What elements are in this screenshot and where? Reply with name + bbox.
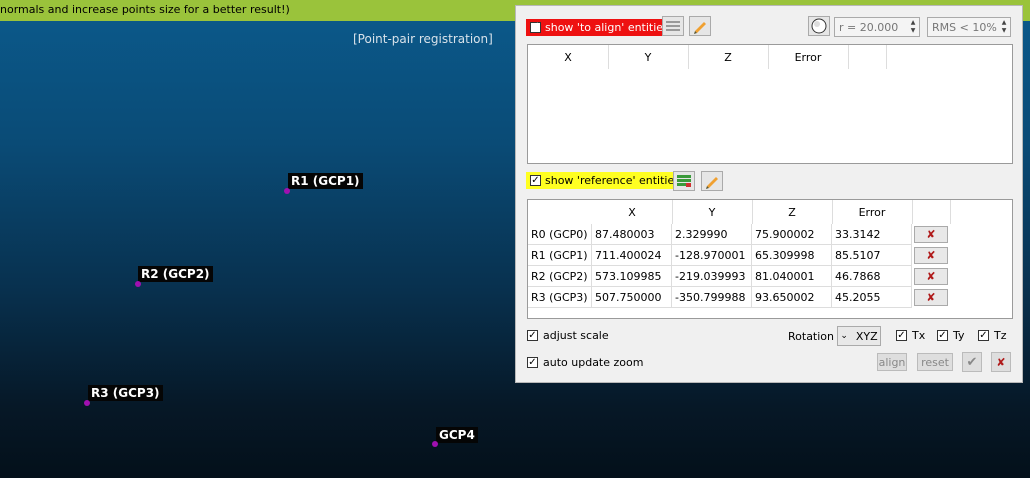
cell-y[interactable]: 2.329990 <box>672 224 752 245</box>
cell-z[interactable]: 65.309998 <box>752 245 832 266</box>
point-label: R2 (GCP2) <box>138 266 213 282</box>
reset-button[interactable]: reset <box>917 353 953 371</box>
pencil-icon <box>706 177 718 189</box>
cell-z[interactable]: 75.900002 <box>752 224 832 245</box>
rms-value: RMS < 10% <box>932 20 997 34</box>
pencil-icon <box>694 22 706 34</box>
tx-label: Tx <box>912 329 926 342</box>
delete-row-button[interactable]: ✘ <box>914 226 948 243</box>
ty-label: Ty <box>953 329 965 342</box>
rms-field[interactable]: RMS < 10% ▲ ▼ <box>927 17 1011 37</box>
row-name: R2 (GCP2) <box>528 266 592 287</box>
delete-row-button[interactable]: ✘ <box>914 247 948 264</box>
chevron-down-icon: ⌄ <box>840 331 848 341</box>
cell-x[interactable]: 507.750000 <box>592 287 672 308</box>
cell-error: 46.7868 <box>832 266 912 287</box>
auto-update-zoom-label: auto update zoom <box>543 356 644 369</box>
radius-value: r = 20.000 <box>839 20 899 34</box>
row-name: R3 (GCP3) <box>528 287 592 308</box>
column-header: Y <box>608 45 689 69</box>
column-header: Z <box>752 200 833 224</box>
column-header: Error <box>768 45 849 69</box>
cell-error: 85.5107 <box>832 245 912 266</box>
column-header: Z <box>688 45 769 69</box>
point-label: R1 (GCP1) <box>288 173 363 189</box>
rotation-label: Rotation <box>788 330 835 343</box>
cell-y[interactable]: -219.039993 <box>672 266 752 287</box>
column-header: Y <box>672 200 753 224</box>
cell-error: 45.2055 <box>832 287 912 308</box>
point-pair-dialog: ✓ show 'to align' entities r = 20.000 ▲ ▼… <box>515 5 1023 383</box>
reference-tool-button[interactable] <box>673 171 695 191</box>
reference-edit-button[interactable] <box>701 171 723 191</box>
sphere-icon <box>811 18 827 34</box>
checkbox-icon: ✓ <box>530 174 541 186</box>
align-button[interactable]: align <box>877 353 907 371</box>
adjust-scale-checkbox[interactable]: ✓ adjust scale <box>527 329 609 342</box>
point-marker[interactable] <box>135 281 141 287</box>
auto-update-zoom-checkbox[interactable]: ✓ auto update zoom <box>527 356 643 369</box>
tx-checkbox[interactable]: ✓ Tx <box>896 329 925 342</box>
column-header <box>912 200 951 224</box>
point-marker[interactable] <box>284 188 290 194</box>
cell-error: 33.3142 <box>832 224 912 245</box>
column-header: X <box>528 45 609 69</box>
checkbox-icon: ✓ <box>937 329 948 341</box>
cell-z[interactable]: 81.040001 <box>752 266 832 287</box>
checkbox-icon: ✓ <box>527 356 538 368</box>
show-to-align-checkbox[interactable]: ✓ show 'to align' entities <box>526 18 673 36</box>
cell-x[interactable]: 711.400024 <box>592 245 672 266</box>
cancel-button[interactable]: ✘ <box>991 352 1011 372</box>
spin-icon[interactable]: ▲ ▼ <box>908 19 918 35</box>
column-header: Error <box>832 200 913 224</box>
row-name: R0 (GCP0) <box>528 224 592 245</box>
checkbox-icon: ✓ <box>527 329 538 341</box>
banner-text: normals and increase points size for a b… <box>0 3 290 16</box>
point-size-button[interactable] <box>808 16 830 36</box>
show-to-align-label: show 'to align' entities <box>545 20 669 34</box>
point-label: R3 (GCP3) <box>88 385 163 401</box>
checkbox-icon: ✓ <box>978 329 989 341</box>
ty-checkbox[interactable]: ✓ Ty <box>937 329 965 342</box>
point-label: GCP4 <box>436 427 478 443</box>
radius-field[interactable]: r = 20.000 ▲ ▼ <box>834 17 920 37</box>
layers-icon <box>677 175 691 187</box>
reference-table: X Y Z Error R0 (GCP0) 87.480003 2.329990… <box>527 199 1013 319</box>
scene-title: [Point-pair registration] <box>353 32 493 46</box>
point-marker[interactable] <box>84 400 90 406</box>
checkbox-icon: ✓ <box>530 21 541 33</box>
column-header <box>848 45 887 69</box>
to-align-edit-button[interactable] <box>689 16 711 36</box>
cell-x[interactable]: 87.480003 <box>592 224 672 245</box>
ok-button[interactable]: ✔ <box>962 352 982 372</box>
cell-y[interactable]: -350.799988 <box>672 287 752 308</box>
rotation-value: XYZ <box>855 329 878 343</box>
to-align-table: X Y Z Error <box>527 44 1013 164</box>
cell-y[interactable]: -128.970001 <box>672 245 752 266</box>
row-name: R1 (GCP1) <box>528 245 592 266</box>
cell-z[interactable]: 93.650002 <box>752 287 832 308</box>
point-marker[interactable] <box>432 441 438 447</box>
column-header: X <box>592 200 673 224</box>
spin-icon[interactable]: ▲ ▼ <box>999 19 1009 35</box>
delete-row-button[interactable]: ✘ <box>914 289 948 306</box>
show-reference-label: show 'reference' entities <box>545 174 680 187</box>
delete-row-button[interactable]: ✘ <box>914 268 948 285</box>
rotation-select[interactable]: ⌄ XYZ <box>837 326 881 346</box>
show-reference-checkbox[interactable]: ✓ show 'reference' entities <box>526 172 684 189</box>
tz-checkbox[interactable]: ✓ Tz <box>978 329 1007 342</box>
tz-label: Tz <box>994 329 1007 342</box>
cell-x[interactable]: 573.109985 <box>592 266 672 287</box>
checkbox-icon: ✓ <box>896 329 907 341</box>
to-align-tool-button[interactable] <box>662 16 684 36</box>
list-icon <box>666 21 680 31</box>
adjust-scale-label: adjust scale <box>543 329 609 342</box>
